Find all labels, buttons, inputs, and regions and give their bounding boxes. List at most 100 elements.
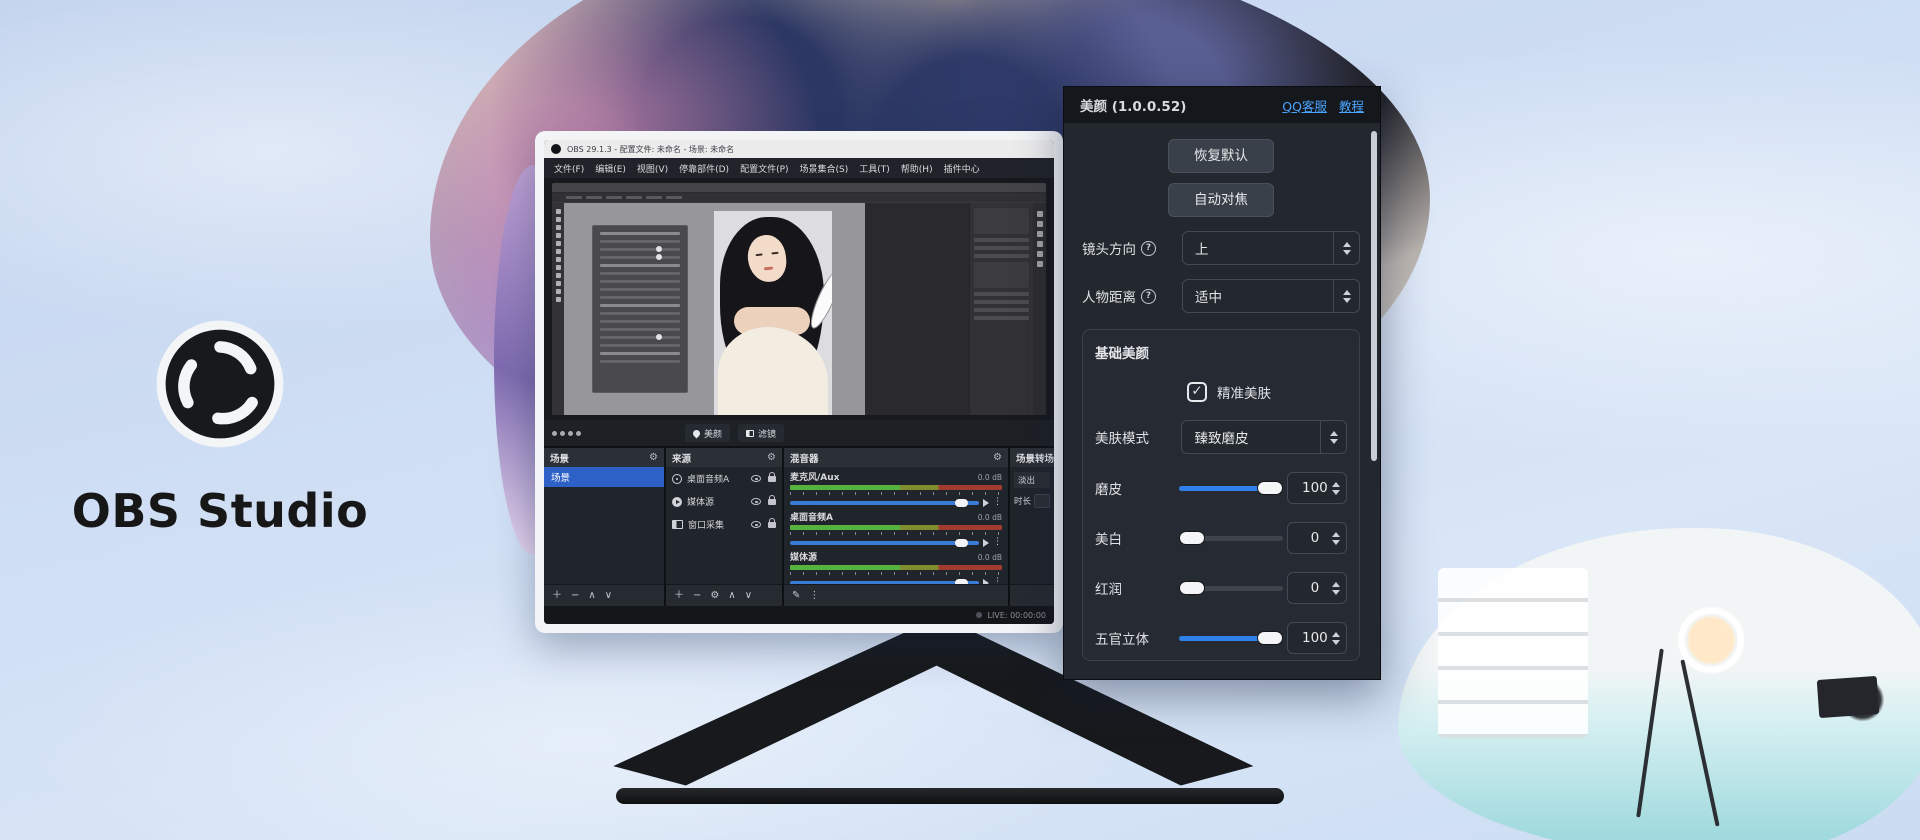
ps-options-bar: [552, 193, 1046, 202]
speaker-icon[interactable]: [983, 539, 989, 547]
visibility-eye-icon[interactable]: [751, 498, 761, 505]
slider-handle[interactable]: [1179, 581, 1205, 595]
mixer-dock-header: 混音器 ⚙: [784, 448, 1008, 467]
obs-preview-area: [544, 178, 1054, 420]
remove-scene-button[interactable]: −: [571, 591, 579, 601]
transition-select[interactable]: 淡出: [1014, 472, 1050, 488]
visibility-eye-icon[interactable]: [751, 521, 761, 528]
face-3d-value-box[interactable]: 100: [1287, 622, 1347, 654]
remove-source-button[interactable]: −: [693, 591, 701, 601]
lock-icon[interactable]: [768, 499, 776, 505]
whitening-slider[interactable]: [1179, 531, 1274, 545]
gear-icon[interactable]: ⚙: [649, 453, 658, 463]
rosy-slider[interactable]: [1179, 581, 1274, 595]
help-icon[interactable]: ?: [1141, 241, 1156, 256]
smoothing-value-box[interactable]: 100: [1287, 472, 1347, 504]
ps-title-bar: [552, 183, 1046, 193]
slider-handle[interactable]: [1257, 631, 1283, 645]
sources-dock: 来源 ⚙ 桌面音频A 媒体源: [666, 448, 782, 606]
number-spinner-icon[interactable]: [1332, 582, 1340, 595]
add-source-button[interactable]: ＋: [674, 591, 684, 601]
channel-menu-icon[interactable]: ⋮: [993, 498, 1002, 507]
menu-docks[interactable]: 停靠部件(D): [679, 162, 729, 175]
sources-list: 桌面音频A 媒体源 窗口采集: [666, 467, 782, 584]
scene-down-button[interactable]: ∨: [605, 591, 612, 601]
menu-profile[interactable]: 配置文件(P): [740, 162, 788, 175]
lens-direction-select[interactable]: 上: [1182, 231, 1360, 265]
beauty-chip-button[interactable]: 美颜: [685, 424, 730, 442]
help-icon[interactable]: ?: [1141, 289, 1156, 304]
checkbox-checked-icon[interactable]: ✓: [1187, 382, 1207, 402]
db-value: 0.0 dB: [978, 473, 1002, 482]
number-spinner-icon[interactable]: [1332, 482, 1340, 495]
filter-chip-button[interactable]: 滤镜: [738, 424, 784, 442]
source-row[interactable]: 窗口采集: [666, 513, 782, 536]
channel-menu-icon[interactable]: ⋮: [993, 538, 1002, 547]
mixer-channel: 媒体源0.0 dB ⋮: [784, 547, 1008, 584]
menu-scene-collection[interactable]: 场景集合(S): [800, 162, 849, 175]
menu-file[interactable]: 文件(F): [554, 162, 584, 175]
gear-icon[interactable]: ⚙: [767, 453, 776, 463]
person-distance-select[interactable]: 适中: [1182, 279, 1360, 313]
number-spinner-icon[interactable]: [1332, 632, 1340, 645]
add-scene-button[interactable]: ＋: [552, 591, 562, 601]
scene-item-selected[interactable]: 场景: [544, 467, 664, 487]
auto-focus-button[interactable]: 自动对焦: [1168, 183, 1274, 217]
ps-floating-panel: [592, 225, 688, 393]
source-row[interactable]: 桌面音频A: [666, 467, 782, 490]
lens-direction-label: 镜头方向: [1082, 238, 1136, 258]
obs-branding: OBS Studio: [40, 320, 400, 538]
face-3d-slider[interactable]: [1179, 631, 1274, 645]
menu-help[interactable]: 帮助(H): [901, 162, 933, 175]
person-distance-label: 人物距离: [1082, 286, 1136, 306]
rosy-value-box[interactable]: 0: [1287, 572, 1347, 604]
slider-handle[interactable]: [1179, 531, 1205, 545]
menu-edit[interactable]: 编辑(E): [595, 162, 626, 175]
menu-tools[interactable]: 工具(T): [859, 162, 890, 175]
select-spinner-icon[interactable]: [1320, 421, 1346, 453]
lock-icon[interactable]: [768, 476, 776, 482]
whitening-value-box[interactable]: 0: [1287, 522, 1347, 554]
basic-beauty-title: 基础美颜: [1095, 342, 1347, 362]
audio-level-meter: [790, 485, 1002, 490]
sources-toolbar: ＋ − ⚙ ∧ ∨: [666, 584, 782, 606]
skin-mode-select[interactable]: 臻致磨皮: [1181, 420, 1347, 454]
source-row[interactable]: 媒体源: [666, 490, 782, 513]
media-source-icon: [672, 497, 682, 507]
menu-plugin-center[interactable]: 插件中心: [944, 162, 980, 175]
select-spinner-icon[interactable]: [1333, 280, 1359, 312]
sources-dock-header: 来源 ⚙: [666, 448, 782, 467]
portrait-photo: [714, 211, 832, 415]
speaker-icon[interactable]: [983, 499, 989, 507]
restore-defaults-button[interactable]: 恢复默认: [1168, 139, 1274, 173]
mixer-edit-button[interactable]: ✎: [792, 591, 800, 601]
qq-support-link[interactable]: QQ客服: [1282, 96, 1327, 115]
select-spinner-icon[interactable]: [1333, 232, 1359, 264]
tutorial-link[interactable]: 教程: [1339, 96, 1364, 115]
pin-icon: [692, 428, 702, 438]
studio-laptop: [1817, 676, 1880, 718]
lock-icon[interactable]: [768, 522, 776, 528]
monitor: OBS 29.1.3 - 配置文件: 未命名 - 场景: 未命名 文件(F) 编…: [535, 131, 1063, 633]
precise-skin-checkbox-row[interactable]: ✓ 精准美肤: [1187, 382, 1347, 402]
panel-scrollbar[interactable]: [1371, 131, 1377, 461]
scene-up-button[interactable]: ∧: [588, 591, 595, 601]
slider-handle[interactable]: [1257, 481, 1283, 495]
visibility-eye-icon[interactable]: [751, 475, 761, 482]
beauty-chip-label: 美颜: [704, 427, 722, 440]
source-down-button[interactable]: ∨: [745, 591, 752, 601]
number-spinner-icon[interactable]: [1332, 532, 1340, 545]
meter-ticks: [790, 572, 1002, 575]
duration-spinner[interactable]: [1034, 494, 1050, 508]
source-up-button[interactable]: ∧: [728, 591, 735, 601]
ps-layers-panel: [969, 203, 1033, 415]
obs-window: OBS 29.1.3 - 配置文件: 未命名 - 场景: 未命名 文件(F) 编…: [544, 140, 1054, 624]
source-properties-button[interactable]: ⚙: [710, 591, 719, 601]
volume-slider[interactable]: [790, 541, 979, 545]
smoothing-slider[interactable]: [1179, 481, 1274, 495]
menu-view[interactable]: 视图(V): [637, 162, 668, 175]
mixer-menu-button[interactable]: ⋮: [809, 591, 819, 601]
volume-slider[interactable]: [790, 581, 979, 585]
gear-icon[interactable]: ⚙: [993, 453, 1002, 463]
volume-slider[interactable]: [790, 501, 979, 505]
